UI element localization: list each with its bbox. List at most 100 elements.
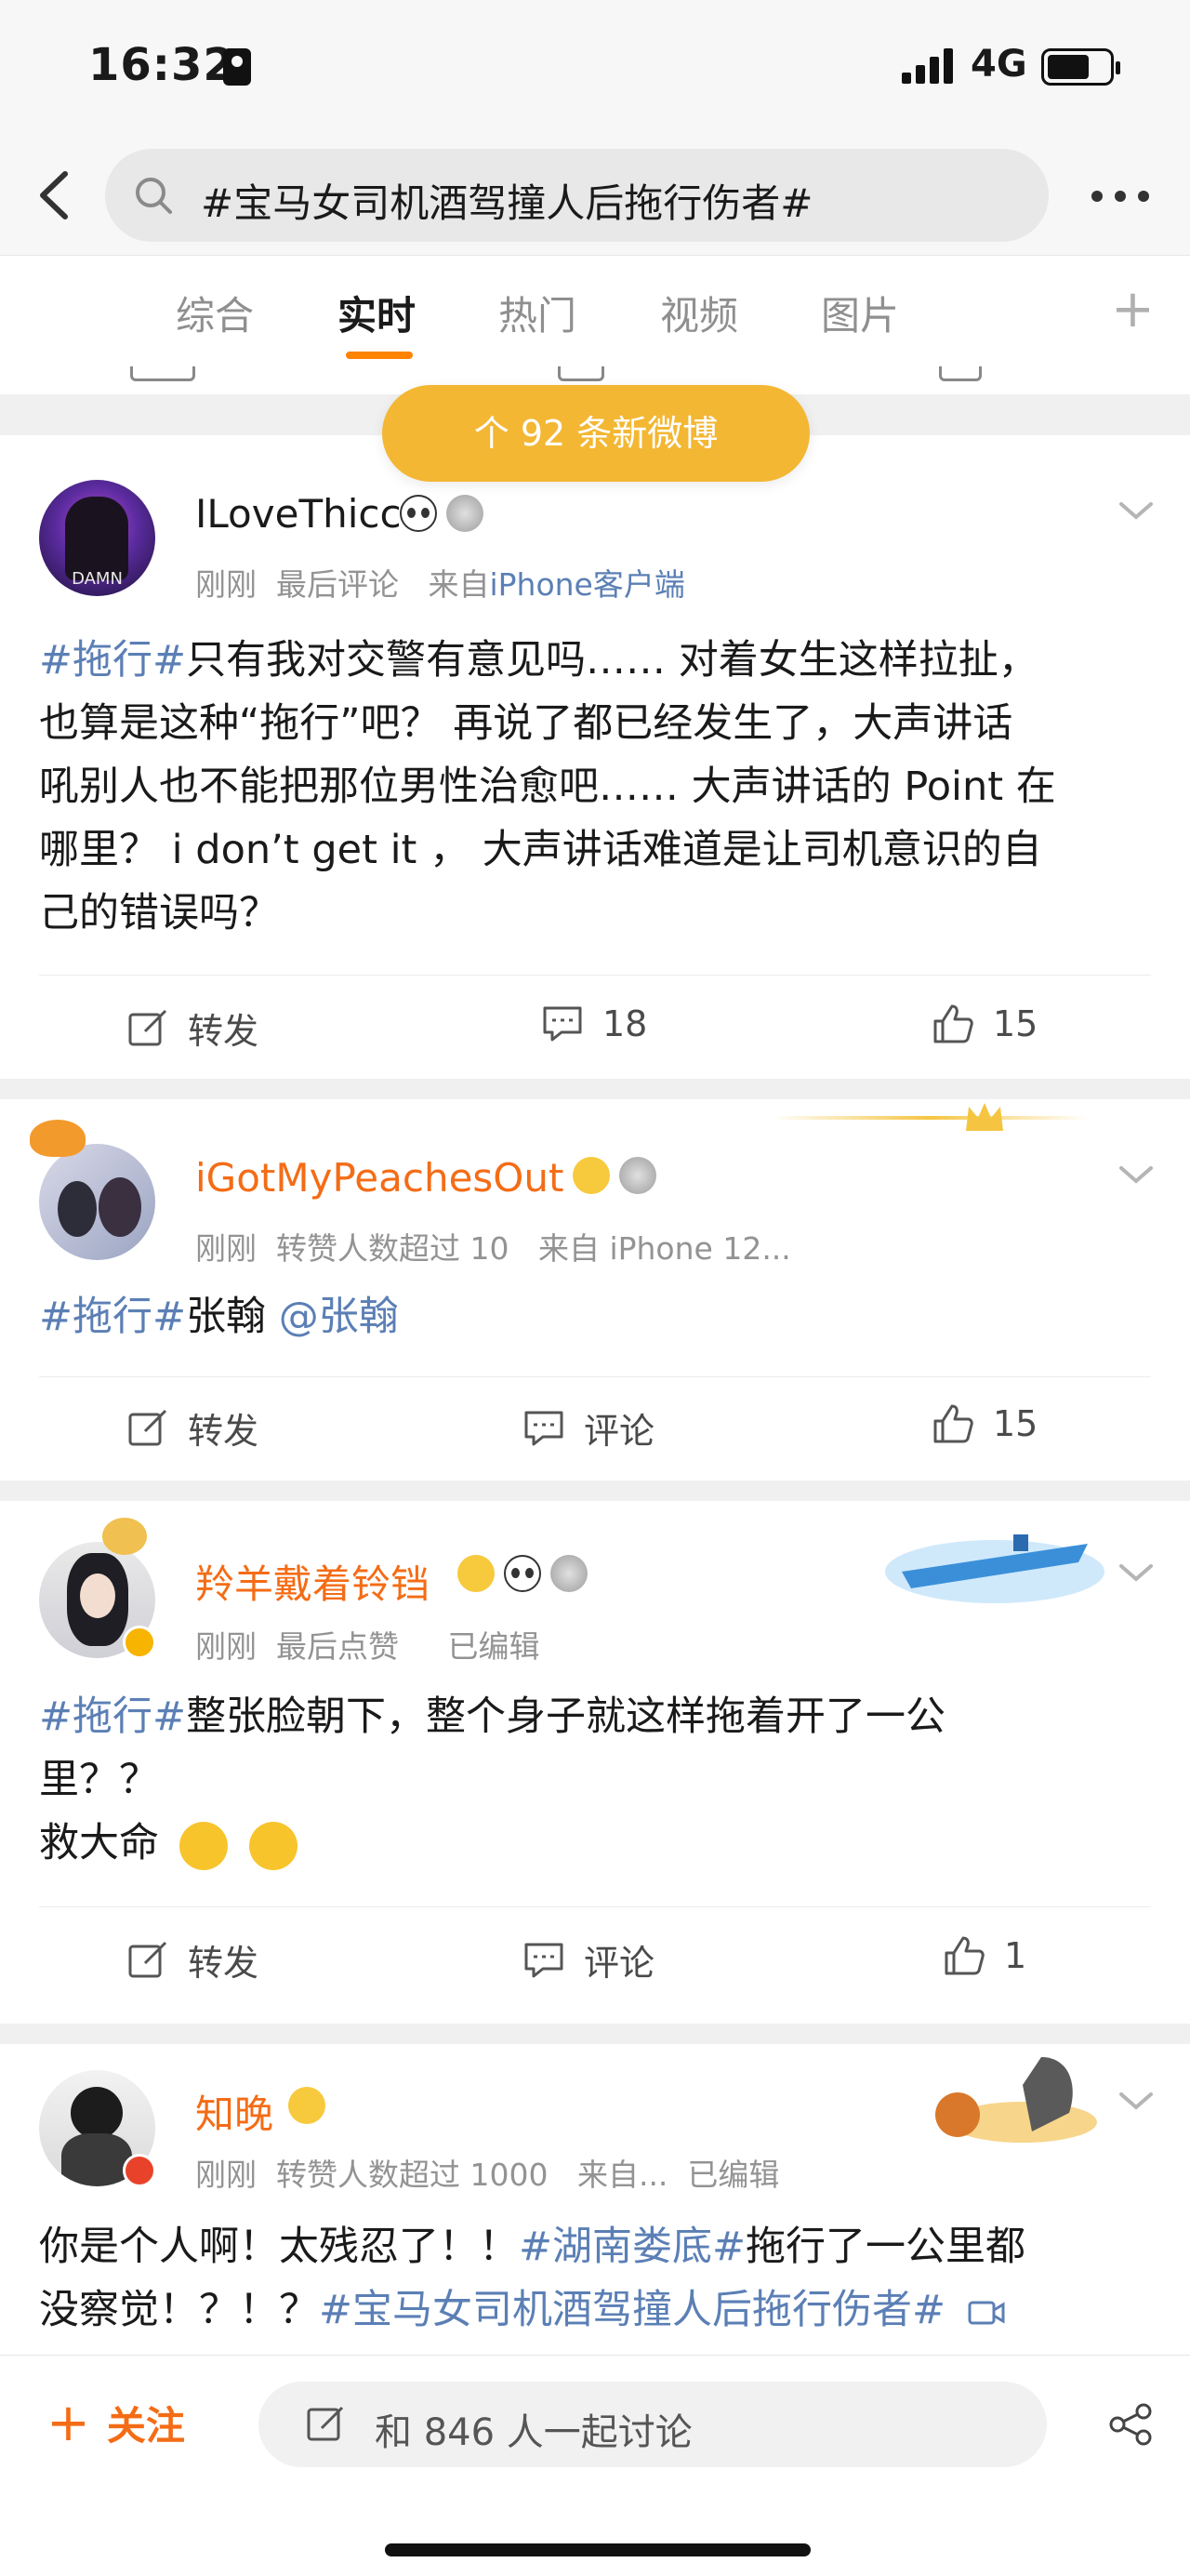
like-count: 15 xyxy=(993,1403,1038,1444)
section-gap xyxy=(0,2024,1190,2044)
plus-icon: + xyxy=(46,2393,90,2453)
comment-button[interactable]: 评论 xyxy=(522,1402,654,1454)
chevron-down-icon[interactable] xyxy=(1116,1559,1157,1587)
avatar[interactable] xyxy=(39,1144,155,1260)
username[interactable]: 知晚 xyxy=(195,2083,273,2140)
verified-badge-icon xyxy=(123,1626,156,1659)
vip-crown-icon xyxy=(288,2087,325,2124)
content-text: 拖行了一公里都 xyxy=(746,2224,1026,2270)
back-button[interactable] xyxy=(28,163,84,228)
post-source[interactable]: iPhone客户端 xyxy=(489,566,684,603)
user-badges xyxy=(457,1555,588,1592)
battery-icon xyxy=(1041,48,1120,86)
hashtag[interactable]: #拖行# xyxy=(39,637,186,684)
content-text: 张翰 xyxy=(186,1294,279,1340)
follow-label: 关注 xyxy=(106,2403,185,2449)
post-time: 刚刚 xyxy=(195,2157,257,2193)
silver-medal-icon xyxy=(619,1157,656,1194)
post-content: #拖行#只有我对交警有意见吗…… 对着女生这样拉扯， 也算是这种“拖行”吧？ 再… xyxy=(39,629,1155,945)
content-text: 你是个人啊！太残忍了！！ xyxy=(39,2224,519,2270)
hashtag[interactable]: #湖南娄底# xyxy=(519,2224,746,2270)
like-icon xyxy=(939,366,982,381)
like-count: 15 xyxy=(993,1003,1038,1044)
tab-comprehensive[interactable]: 综合 xyxy=(176,285,254,341)
discuss-input[interactable]: 和 846 人一起讨论 xyxy=(258,2382,1047,2467)
active-tab-indicator xyxy=(346,352,413,359)
tab-video[interactable]: 视频 xyxy=(660,285,738,341)
content-line: 只有我对交警有意见吗…… 对着女生这样拉扯， xyxy=(186,637,1038,684)
comment-button[interactable]: 18 xyxy=(541,1003,647,1045)
post-from: 来自 xyxy=(428,566,490,603)
tab-hot[interactable]: 热门 xyxy=(498,285,576,341)
comment-label: 评论 xyxy=(584,1943,655,1984)
like-count: 1 xyxy=(1004,1935,1027,1976)
chevron-down-icon[interactable] xyxy=(1116,497,1157,524)
content-line: 哪里？ i don’t get it ， 大声讲话难道是让司机意识的自 xyxy=(39,827,1042,873)
post-meta: 刚刚 转赞人数超过 1000 来自... 已编辑 xyxy=(195,2150,779,2195)
repost-label: 转发 xyxy=(188,1011,259,1052)
like-button[interactable]: 15 xyxy=(932,1003,1038,1045)
video-link-icon[interactable] xyxy=(968,2299,1005,2327)
follow-button[interactable]: + 关注 xyxy=(46,2393,185,2453)
smirk-emoji-icon xyxy=(249,1821,298,1870)
content-line: 救大命 xyxy=(39,1820,159,1866)
username[interactable]: iGotMyPeachesOut xyxy=(195,1155,563,1201)
hashtag[interactable]: #拖行# xyxy=(39,1693,186,1740)
search-input[interactable]: #宝马女司机酒驾撞人后拖行伤者# xyxy=(105,149,1049,242)
more-options-button[interactable] xyxy=(1088,177,1153,214)
repost-icon xyxy=(128,1009,167,1045)
vip-crown-icon xyxy=(457,1555,495,1592)
verified-badge-icon xyxy=(123,2154,156,2187)
chevron-down-icon[interactable] xyxy=(1116,1161,1157,1188)
tab-realtime[interactable]: 实时 xyxy=(337,285,416,341)
panda-icon xyxy=(400,495,437,532)
divider xyxy=(39,1906,1151,1907)
section-gap xyxy=(0,1481,1190,1501)
post-card[interactable]: iGotMyPeachesOut 刚刚 转赞人数超过 10 来自 iPhone … xyxy=(0,1099,1190,1481)
repost-button[interactable]: 转发 xyxy=(126,1934,258,1985)
divider xyxy=(39,1376,1151,1377)
post-content: #拖行#张翰 @张翰 xyxy=(39,1285,1155,1348)
comment-label: 评论 xyxy=(584,1411,655,1452)
bottom-bar: + 关注 和 846 人一起讨论 xyxy=(0,2355,1190,2576)
content-text: 没察觉！？！？ xyxy=(39,2287,319,2333)
status-bar: 16:32 4G xyxy=(0,0,1190,139)
share-icon[interactable] xyxy=(1106,2400,1155,2449)
repost-icon xyxy=(128,1409,167,1445)
post-note: 转赞人数超过 10 xyxy=(275,1230,509,1267)
hashtag[interactable]: #宝马女司机酒驾撞人后拖行伤者# xyxy=(319,2287,945,2333)
post-edited: 已编辑 xyxy=(447,1628,540,1665)
post-meta: 刚刚 最后评论 来自iPhone客户端 xyxy=(195,560,685,604)
post-card[interactable]: DAMN ILoveThicc 刚刚 最后评论 来自iPhone客户端 #拖行#… xyxy=(0,435,1190,1079)
like-button[interactable]: 1 xyxy=(943,1934,1026,1977)
network-type: 4G xyxy=(971,43,1027,86)
username[interactable]: 羚羊戴着铃铛 xyxy=(195,1553,430,1610)
hashtag[interactable]: #拖行# xyxy=(39,1294,186,1340)
repost-button[interactable]: 转发 xyxy=(126,1003,258,1054)
add-tab-button[interactable]: + xyxy=(1111,279,1155,339)
new-posts-button[interactable]: 个 92 条新微博 xyxy=(382,385,810,482)
repost-label: 转发 xyxy=(188,1943,259,1984)
chevron-down-icon[interactable] xyxy=(1116,2087,1157,2115)
username[interactable]: ILoveThicc xyxy=(195,491,402,537)
vip-crown-icon xyxy=(573,1157,610,1194)
like-button[interactable]: 15 xyxy=(932,1402,1038,1445)
mention-link[interactable]: @张翰 xyxy=(279,1294,399,1340)
search-icon xyxy=(136,178,172,214)
avatar[interactable]: DAMN xyxy=(39,480,155,596)
repost-button[interactable]: 转发 xyxy=(126,1402,258,1454)
comment-button[interactable]: 评论 xyxy=(522,1934,654,1985)
post-from: 来自... xyxy=(576,2157,668,2193)
portrait-lock-icon xyxy=(223,48,251,86)
post-time: 刚刚 xyxy=(195,1628,257,1665)
discuss-label: 和 846 人一起讨论 xyxy=(375,2411,693,2454)
tab-images[interactable]: 图片 xyxy=(821,285,899,341)
avatar-pendant-icon xyxy=(102,1518,147,1555)
post-edited: 已编辑 xyxy=(687,2157,780,2193)
repost-label: 转发 xyxy=(188,1411,259,1452)
post-card[interactable]: 羚羊戴着铃铛 刚刚 最后点赞 已编辑 #拖行#整张脸朝下，整个身子就这样拖着开了… xyxy=(0,1501,1190,2024)
home-indicator[interactable] xyxy=(385,2543,811,2556)
panda-icon xyxy=(504,1555,541,1592)
post-card[interactable]: 知晚 刚刚 转赞人数超过 1000 来自... 已编辑 你是个人啊！太残忍了！！… xyxy=(0,2044,1190,2355)
comment-icon xyxy=(524,1943,563,1977)
